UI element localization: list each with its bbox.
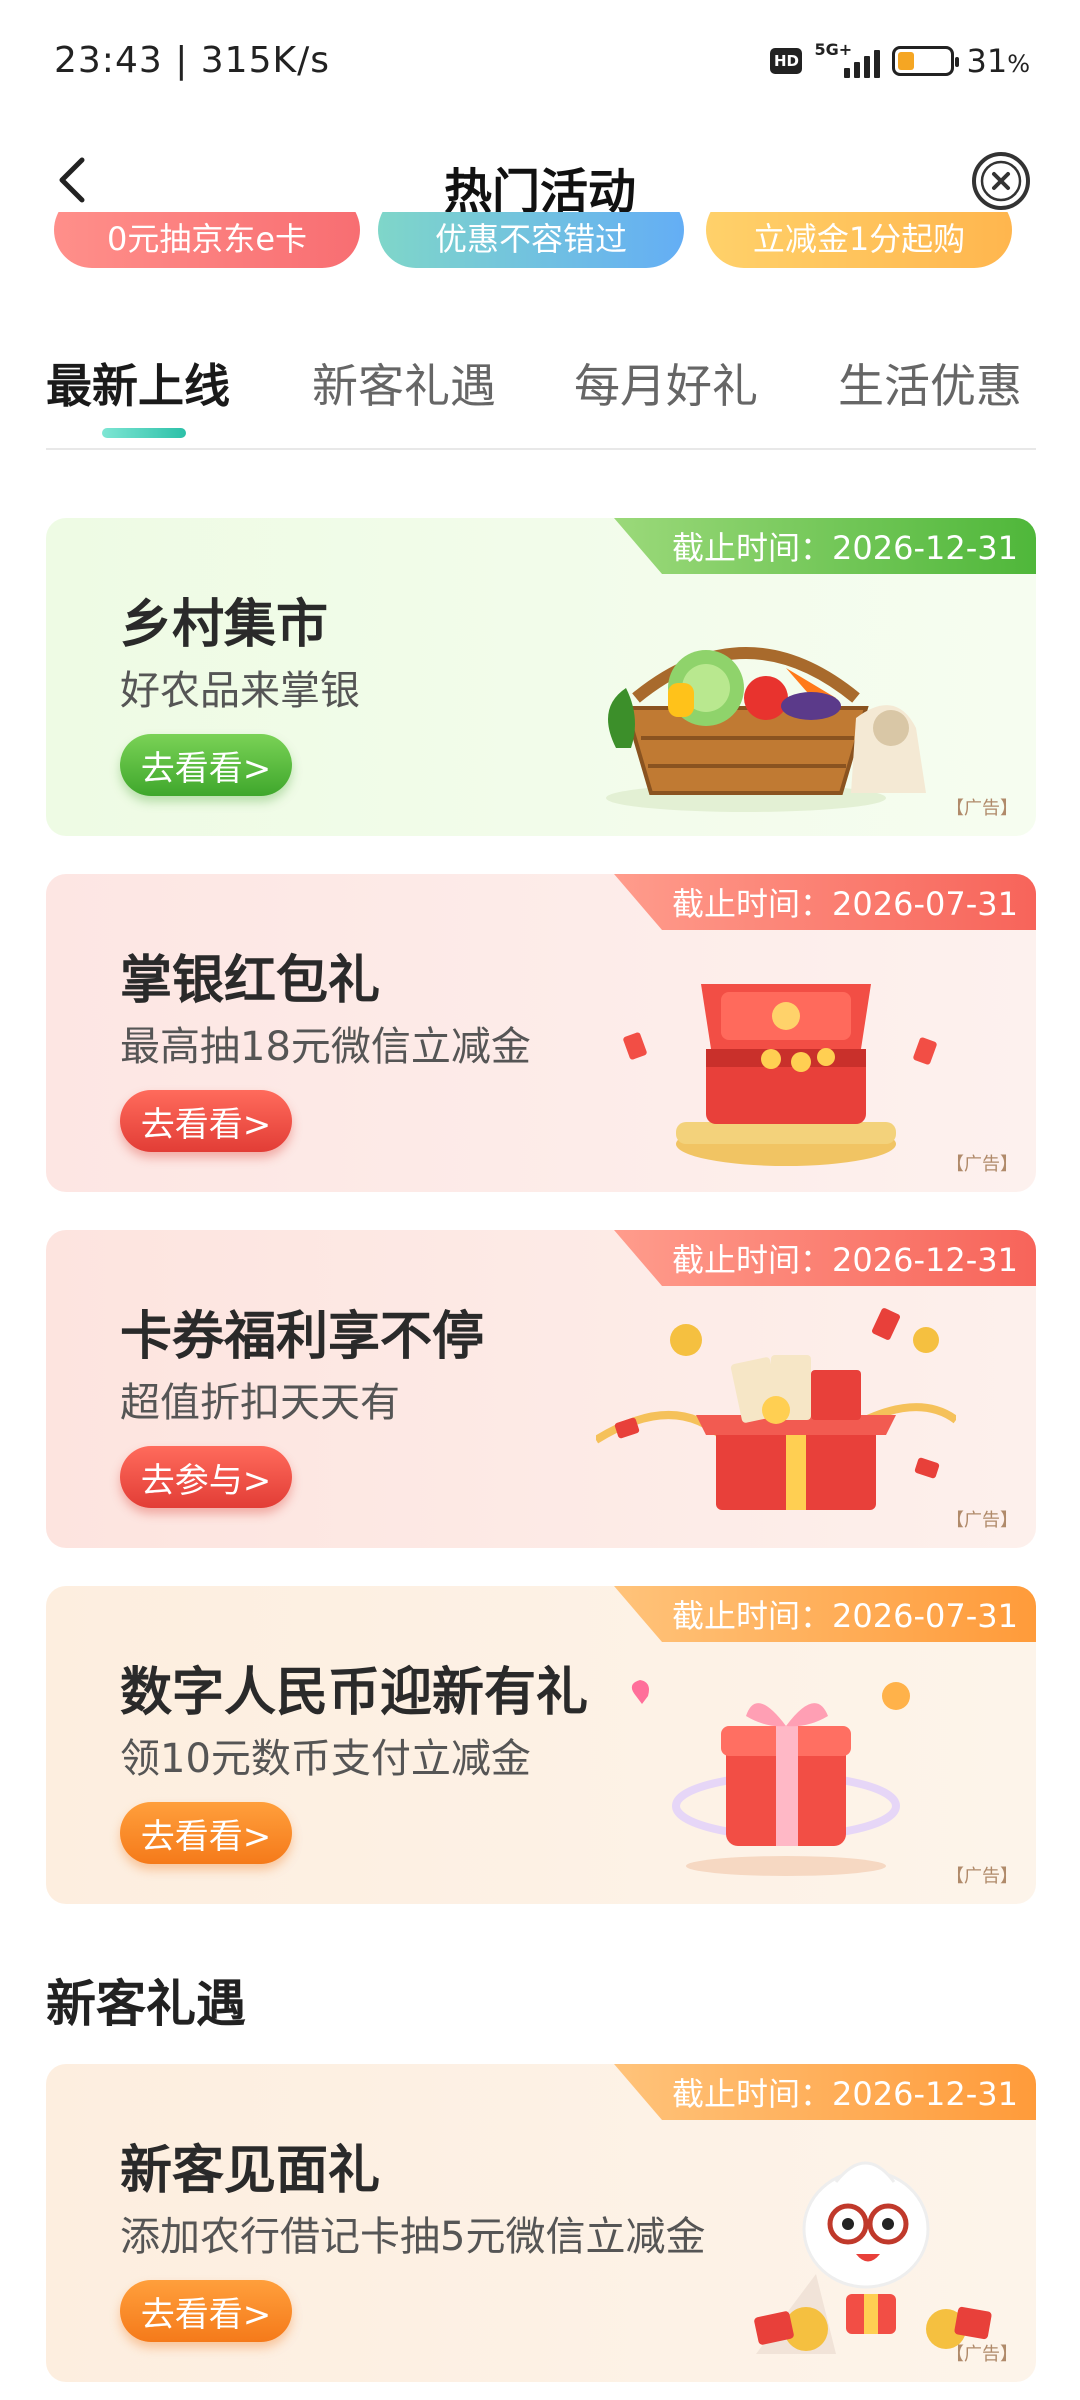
network-type: 5G+ [814, 40, 853, 59]
banner-pill[interactable]: 0元抽京东e卡 [54, 212, 360, 268]
banner-pill[interactable]: 立减金1分起购 [706, 212, 1012, 268]
card-subtitle: 最高抽18元微信立减金 [120, 1024, 531, 1070]
deadline-badge: 截止时间：2026-12-31 [614, 518, 1036, 574]
ad-label: 【广告】 [946, 1510, 1018, 1531]
activity-card[interactable]: 截止时间：2026-07-31 数字人民币迎新有礼 领10元数币支付立减金 去看… [46, 1586, 1036, 1904]
battery-icon [892, 46, 960, 76]
deadline-badge: 截止时间：2026-07-31 [614, 1586, 1036, 1642]
join-button[interactable]: 去参与> [120, 1446, 292, 1508]
network-speed: 315K/s [200, 40, 330, 81]
status-separator: | [175, 40, 201, 81]
battery-percent: 31% [966, 42, 1030, 80]
go-look-button[interactable]: 去看看> [120, 2280, 292, 2342]
card-title: 新客见面礼 [120, 2141, 381, 2201]
ad-label: 【广告】 [946, 1154, 1018, 1175]
gift-box-icon [631, 1680, 910, 1876]
vegetable-basket-icon [606, 647, 926, 812]
deadline-badge: 截止时间：2026-12-31 [614, 2064, 1036, 2120]
status-bar: 23:43 | 315K/s HD 5G+ 31% [0, 0, 1080, 120]
mascot-with-coins-icon [754, 2161, 992, 2354]
activity-card[interactable]: 截止时间：2026-07-31 掌银红包礼 最高抽18元微信立减金 去看看> 【… [46, 874, 1036, 1192]
open-gift-box-icon [596, 1308, 956, 1510]
activity-card[interactable]: 截止时间：2026-12-31 新客见面礼 添加农行借记卡抽5元微信立减金 去看… [46, 2064, 1036, 2382]
battery-fill [898, 52, 914, 70]
card-subtitle: 领10元数币支付立减金 [120, 1736, 531, 1782]
go-look-button[interactable]: 去看看> [120, 1090, 292, 1152]
hd-icon: HD [770, 48, 803, 74]
card-title: 乡村集市 [120, 595, 329, 655]
ad-label: 【广告】 [946, 798, 1018, 819]
red-gift-box-icon [623, 984, 937, 1166]
tab-latest[interactable]: 最新上线 [46, 350, 230, 416]
ad-label: 【广告】 [946, 2344, 1018, 2365]
banner-strip: 0元抽京东e卡 优惠不容错过 立减金1分起购 [0, 212, 1080, 274]
go-look-button[interactable]: 去看看> [120, 734, 292, 796]
card-title: 卡券福利享不停 [120, 1307, 485, 1367]
go-look-button[interactable]: 去看看> [120, 1802, 292, 1864]
status-time: 23:43 | 315K/s [54, 40, 330, 81]
status-icons: HD 5G+ 31% [770, 40, 1030, 80]
category-tabs: 最新上线 新客礼遇 每月好礼 生活优惠 [46, 340, 1036, 450]
section-heading: 新客礼遇 [46, 1975, 246, 2033]
banner-pill[interactable]: 优惠不容错过 [378, 212, 684, 268]
card-subtitle: 添加农行借记卡抽5元微信立减金 [120, 2214, 706, 2260]
signal-icon: 5G+ [814, 40, 881, 78]
tab-new-customer[interactable]: 新客礼遇 [312, 350, 496, 416]
card-title: 掌银红包礼 [120, 951, 381, 1011]
tab-indicator [102, 428, 186, 438]
activity-card[interactable]: 截止时间：2026-12-31 乡村集市 好农品来掌银 去看看> 【广告】 [46, 518, 1036, 836]
battery-value: 31 [966, 42, 1008, 80]
card-subtitle: 好农品来掌银 [120, 668, 360, 714]
close-circle-icon[interactable] [970, 150, 1032, 212]
activity-card[interactable]: 截止时间：2026-12-31 卡券福利享不停 超值折扣天天有 去参与> 【广告… [46, 1230, 1036, 1548]
deadline-badge: 截止时间：2026-07-31 [614, 874, 1036, 930]
ad-label: 【广告】 [946, 1866, 1018, 1887]
battery-unit: % [1007, 50, 1030, 78]
card-subtitle: 超值折扣天天有 [120, 1380, 400, 1426]
deadline-badge: 截止时间：2026-12-31 [614, 1230, 1036, 1286]
tab-monthly-gift[interactable]: 每月好礼 [574, 350, 758, 416]
tab-life-offers[interactable]: 生活优惠 [838, 350, 1022, 416]
card-title: 数字人民币迎新有礼 [120, 1663, 589, 1723]
clock-text: 23:43 [54, 40, 163, 81]
